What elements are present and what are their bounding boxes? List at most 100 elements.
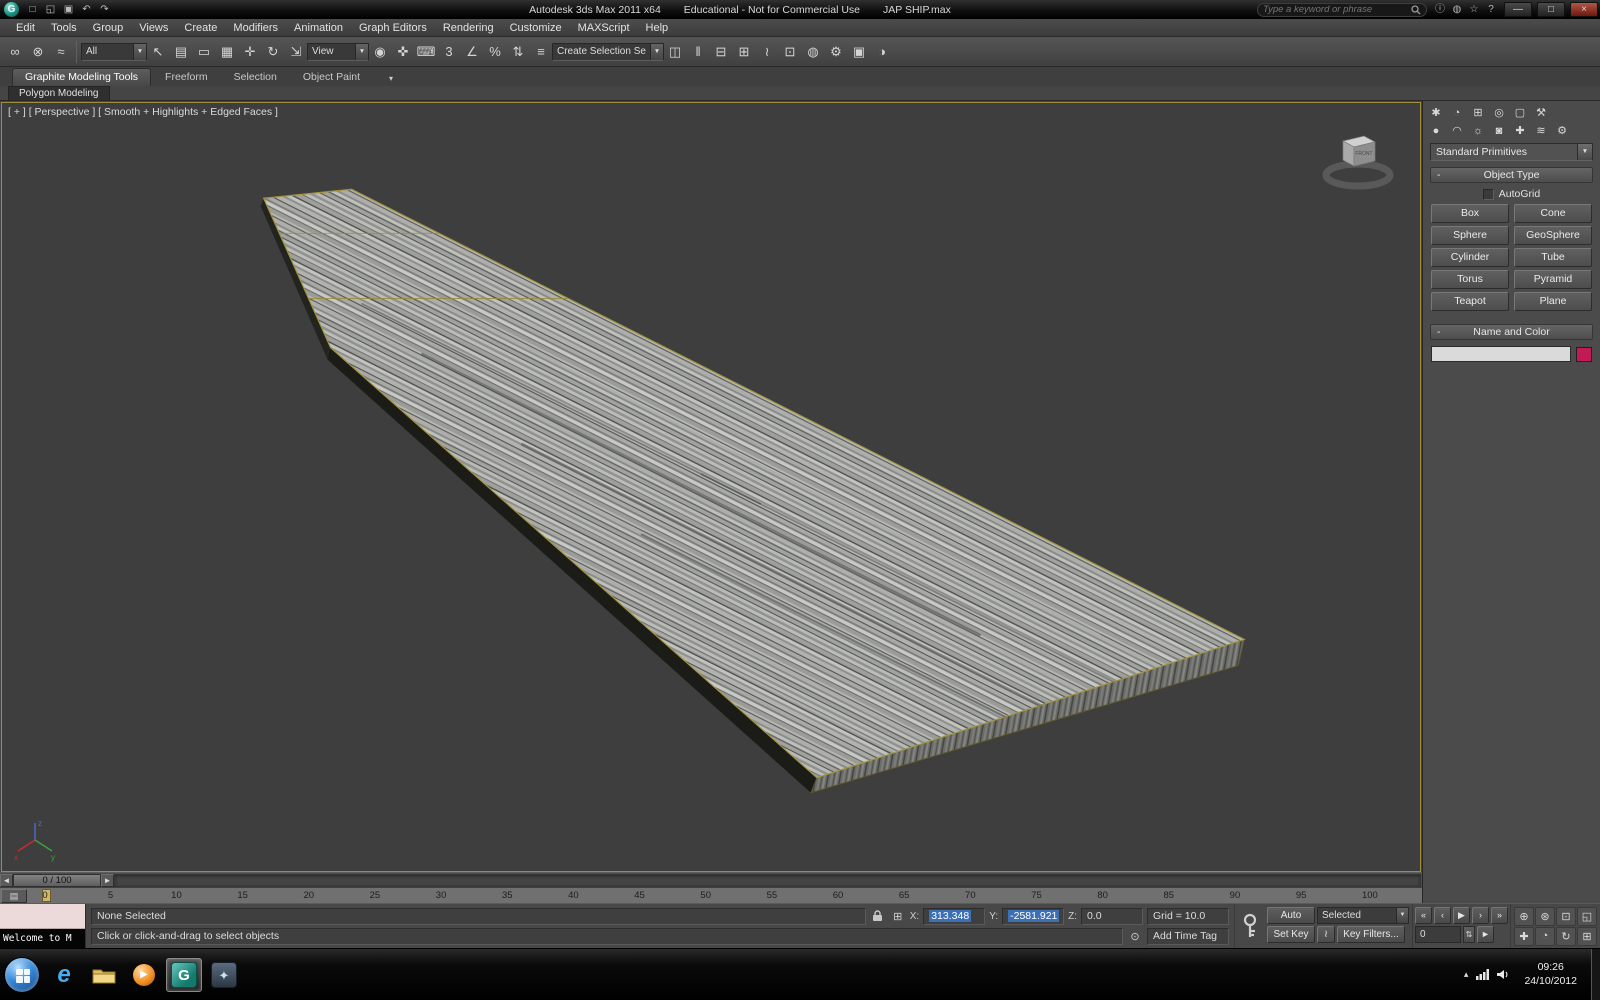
object-type-button[interactable]: Teapot [1431,292,1509,311]
menu-item[interactable]: Views [131,20,176,36]
ship-deck-model[interactable] [2,103,1420,871]
network-icon[interactable] [1476,969,1490,980]
chevron-down-icon[interactable]: ▼ [1577,144,1592,160]
geometry-category-icon[interactable]: ● [1426,122,1446,139]
help-icon[interactable]: ? [1483,3,1499,17]
rendered-frame-window-icon[interactable]: ▣ [848,41,870,63]
object-type-rollout-header[interactable]: - Object Type [1430,167,1593,183]
viewcube[interactable]: FRONT [1312,125,1404,191]
close-button[interactable]: × [1570,2,1598,17]
infocenter-icon[interactable]: ⓘ [1432,3,1448,17]
render-setup-icon[interactable]: ⚙ [825,41,847,63]
welcome-window-taskbar-title[interactable]: Welcome to M [0,929,85,948]
viewport-label[interactable]: [ + ] [ Perspective ] [ Smooth + Highlig… [8,106,278,118]
new-scene-icon[interactable]: □ [24,2,41,17]
autogrid-checkbox[interactable] [1482,188,1494,200]
undo-icon[interactable]: ↶ [78,2,95,17]
systems-category-icon[interactable]: ⚙ [1552,122,1572,139]
y-coordinate-field[interactable]: -2581.921 [1002,907,1065,925]
tab-freeform[interactable]: Freeform [153,69,220,86]
search-input[interactable] [1263,4,1411,15]
menu-item[interactable]: Graph Editors [351,20,435,36]
menu-item[interactable]: Edit [8,20,43,36]
current-frame-field[interactable]: 0 [1415,926,1461,943]
material-editor-icon[interactable]: ◍ [802,41,824,63]
rectangular-selection-region-icon[interactable]: ▭ [193,41,215,63]
previous-frame-button[interactable]: ‹ [1434,907,1451,924]
start-button[interactable] [4,956,40,993]
collapse-icon[interactable]: - [1437,326,1441,338]
curve-editor-icon[interactable]: ≀ [756,41,778,63]
next-frame-button[interactable]: › [1472,907,1489,924]
spinner-snap-icon[interactable]: ⇅ [507,41,529,63]
go-to-end-button[interactable]: » [1491,907,1508,924]
time-slider-handle[interactable]: 0 / 100 [13,873,101,887]
3ds-max-taskbar-icon[interactable]: G [166,957,202,992]
hierarchy-tab-icon[interactable]: ⊞ [1468,104,1488,121]
set-keys-key-icon[interactable] [1239,913,1261,939]
menu-item[interactable]: Rendering [435,20,502,36]
perspective-viewport[interactable]: [ + ] [ Perspective ] [ Smooth + Highlig… [1,102,1421,872]
utilities-tab-icon[interactable]: ⚒ [1531,104,1551,121]
select-and-manipulate-icon[interactable]: ✜ [392,41,414,63]
object-type-button[interactable]: Cylinder [1431,248,1509,267]
save-file-icon[interactable]: ▣ [60,2,77,17]
open-file-icon[interactable]: ◱ [42,2,59,17]
key-filters-button[interactable]: Key Filters... [1337,926,1405,943]
align-icon[interactable]: ‖ [687,41,709,63]
tab-graphite-modeling-tools[interactable]: Graphite Modeling Tools [12,68,152,86]
select-and-link-icon[interactable]: ∞ [4,41,26,63]
object-type-button[interactable]: GeoSphere [1514,226,1592,245]
go-to-end-button[interactable]: ► [1477,926,1494,943]
object-type-button[interactable]: Tube [1514,248,1592,267]
maximize-viewport-toggle-icon[interactable]: ⊞ [1577,926,1597,946]
go-to-start-button[interactable]: « [1415,907,1432,924]
graphite-ribbon-toggle-icon[interactable]: ⊞ [733,41,755,63]
zoom-icon[interactable]: ⊕ [1514,906,1534,926]
select-object-icon[interactable]: ↖ [147,41,169,63]
app-taskbar-icon[interactable]: ✦ [206,958,242,992]
render-production-icon[interactable]: ◑ [871,41,893,63]
object-type-button[interactable]: Sphere [1431,226,1509,245]
select-and-rotate-icon[interactable]: ↻ [262,41,284,63]
infocenter-search[interactable] [1257,2,1427,17]
named-selection-sets-dropdown[interactable]: Create Selection Se ▼ [552,42,664,61]
menu-item[interactable]: Modifiers [225,20,286,36]
selection-lock-icon[interactable] [870,908,886,924]
chevron-down-icon[interactable]: ▼ [650,43,663,60]
next-frame-arrow[interactable]: ► [101,873,114,887]
reference-coordinate-system-dropdown[interactable]: View ▼ [307,42,369,61]
search-icon[interactable] [1411,4,1421,15]
angle-snap-icon[interactable]: ∠ [461,41,483,63]
tab-selection[interactable]: Selection [222,69,289,86]
object-type-button[interactable]: Torus [1431,270,1509,289]
play-button[interactable]: ▶ [1453,907,1470,924]
zoom-extents-icon[interactable]: ⊡ [1556,906,1576,926]
object-type-button[interactable]: Cone [1514,204,1592,223]
lights-category-icon[interactable]: ☼ [1468,122,1488,139]
show-hidden-icons-icon[interactable]: ▴ [1464,969,1469,980]
select-and-move-icon[interactable]: ✛ [239,41,261,63]
set-key-button[interactable]: Set Key [1267,926,1315,943]
internet-explorer-taskbar-icon[interactable]: e [46,958,82,992]
bind-to-space-warp-icon[interactable]: ≈ [50,41,72,63]
show-desktop-button[interactable] [1591,948,1600,1000]
x-coordinate-field[interactable]: 313.348 [923,907,986,925]
time-slider-track[interactable] [114,873,1421,887]
cameras-category-icon[interactable]: ◙ [1489,122,1509,139]
unlink-selection-icon[interactable]: ⊗ [27,41,49,63]
percent-snap-icon[interactable]: % [484,41,506,63]
tab-object-paint[interactable]: Object Paint [291,69,372,86]
favorites-star-icon[interactable]: ☆ [1466,3,1482,17]
auto-key-button[interactable]: Auto Key [1267,907,1315,936]
previous-frame-arrow[interactable]: ◄ [0,873,13,887]
pan-icon[interactable]: ✚ [1514,926,1534,946]
redo-icon[interactable]: ↷ [96,2,113,17]
object-color-swatch[interactable] [1576,346,1592,362]
menu-item[interactable]: Group [85,20,132,36]
taskbar-clock[interactable]: 09:26 24/10/2012 [1518,961,1583,987]
volume-icon[interactable] [1497,969,1510,980]
menu-item[interactable]: Create [176,20,225,36]
select-and-scale-icon[interactable]: ⇲ [285,41,307,63]
mini-curve-editor-button[interactable]: ▤ [1,888,27,903]
